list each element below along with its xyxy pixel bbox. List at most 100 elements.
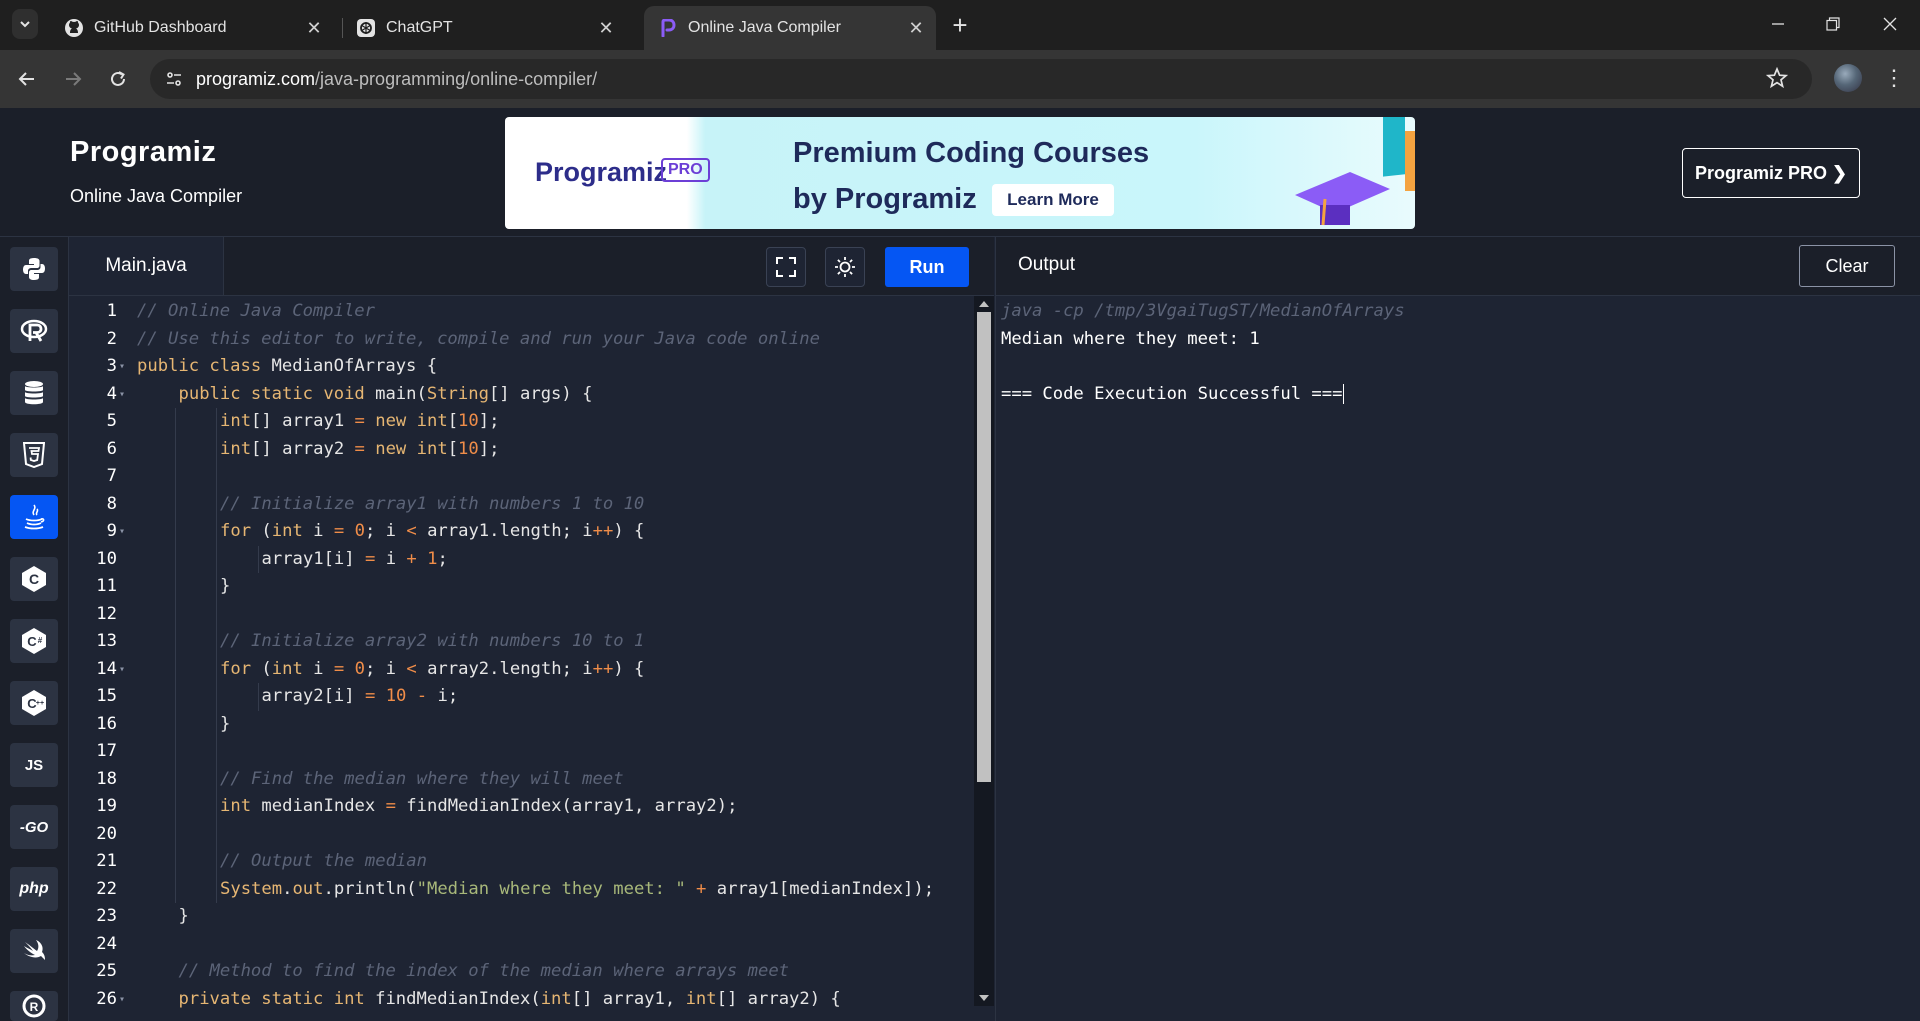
output-console[interactable]: java -cp /tmp/3VgaiTugST/MedianOfArrays M… xyxy=(995,296,1920,1021)
language-python-button[interactable] xyxy=(10,247,58,291)
code-text: } xyxy=(220,713,231,734)
code-line[interactable]: 5 int[] array1 = new int[10]; xyxy=(69,408,974,436)
code-line[interactable]: 26 ▾ private static int findMedianIndex(in… xyxy=(69,986,974,1014)
svg-text:++: ++ xyxy=(36,700,44,707)
close-window-button[interactable] xyxy=(1870,8,1910,40)
banner-headline: Premium Coding Courses xyxy=(793,137,1150,169)
code-line[interactable]: 18 // Find the median where they will mee… xyxy=(69,765,974,793)
restore-button[interactable] xyxy=(1813,8,1853,40)
browser-menu-icon[interactable]: ⋮ xyxy=(1883,62,1905,94)
line-number: 10 xyxy=(96,548,117,569)
language-javascript-button[interactable]: JS xyxy=(10,743,58,787)
theme-toggle-button[interactable] xyxy=(825,247,865,287)
tab-search-button[interactable] xyxy=(12,9,38,39)
promo-banner[interactable]: Programiz PRO Premium Coding Courses by … xyxy=(505,117,1415,229)
code-line[interactable]: 10 array1[i] = i + 1; xyxy=(69,545,974,573)
run-button[interactable]: Run xyxy=(885,247,969,287)
language-cpp-button[interactable]: C ++ xyxy=(10,681,58,725)
editor-scrollbar[interactable] xyxy=(974,296,994,1006)
language-rust-button[interactable]: R xyxy=(10,991,58,1021)
code-text: array1[i] = i + 1; xyxy=(261,548,448,569)
site-info-icon[interactable] xyxy=(160,65,188,93)
programiz-pro-button[interactable]: Programiz PRO ❯ xyxy=(1682,148,1860,198)
code-line[interactable]: 7 xyxy=(69,463,974,491)
fold-arrow-icon[interactable]: ▾ xyxy=(119,381,125,409)
code-line[interactable]: 16} xyxy=(69,710,974,738)
code-line[interactable]: 14 ▾ for (int i = 0; i < array2.length; i+… xyxy=(69,655,974,684)
banner-subheadline: by Programiz xyxy=(793,183,977,215)
language-java-button[interactable] xyxy=(10,495,58,539)
code-line[interactable]: 2 // Use this editor to write, compile an… xyxy=(69,326,974,354)
code-line[interactable]: 19 int medianIndex = findMedianIndex(arra… xyxy=(69,793,974,821)
minimize-button[interactable] xyxy=(1758,8,1798,40)
language-c-button[interactable]: C xyxy=(10,557,58,601)
code-line[interactable]: 24 xyxy=(69,931,974,959)
code-line[interactable]: 20 xyxy=(69,820,974,848)
url-path: /java-programming/online-compiler/ xyxy=(315,69,598,89)
code-line[interactable]: 1 // Online Java Compiler xyxy=(69,298,974,326)
language-r-button[interactable] xyxy=(10,309,58,353)
scroll-down-arrow-icon[interactable] xyxy=(979,995,989,1001)
indent-guide xyxy=(174,765,176,793)
line-number: 2 xyxy=(106,328,117,349)
fold-arrow-icon[interactable]: ▾ xyxy=(119,518,125,546)
code-line[interactable]: 12 xyxy=(69,600,974,628)
code-text: private static int findMedianIndex(int[]… xyxy=(178,988,841,1009)
close-tab-icon[interactable]: ✕ xyxy=(906,18,926,38)
language-html-button[interactable] xyxy=(10,433,58,477)
code-line[interactable]: 25 // Method to find the index of the med… xyxy=(69,958,974,986)
code-line[interactable]: 17 xyxy=(69,738,974,766)
forward-button[interactable] xyxy=(58,64,88,94)
code-editor[interactable]: 1 // Online Java Compiler 2 // Use this edi… xyxy=(69,296,974,1021)
code-line[interactable]: 13 // Initialize array2 with numbers 10 t… xyxy=(69,628,974,656)
code-text: // Use this editor to write, compile and… xyxy=(137,328,820,349)
file-tab-main-java[interactable]: Main.java xyxy=(69,237,224,295)
bookmark-star-icon[interactable] xyxy=(1765,66,1790,91)
indent-guide xyxy=(216,820,217,848)
tab-github-dashboard[interactable]: GitHub Dashboard ✕ xyxy=(50,6,334,50)
close-tab-icon[interactable]: ✕ xyxy=(596,18,616,38)
clear-button[interactable]: Clear xyxy=(1799,245,1895,287)
back-button[interactable] xyxy=(12,64,42,94)
line-number: 18 xyxy=(96,768,117,789)
line-number: 16 xyxy=(96,713,117,734)
code-line[interactable]: 21 // Output the median xyxy=(69,848,974,876)
indent-guide xyxy=(257,683,259,711)
fullscreen-button[interactable] xyxy=(766,247,806,287)
scroll-up-arrow-icon[interactable] xyxy=(979,301,989,307)
line-number: 17 xyxy=(96,741,117,761)
tab-chatgpt[interactable]: ChatGPT ✕ xyxy=(342,6,626,50)
line-number: 23 xyxy=(96,906,117,926)
code-line[interactable]: 6 int[] array2 = new int[10]; xyxy=(69,435,974,463)
line-number: 20 xyxy=(96,823,117,844)
code-line[interactable]: 8 // Initialize array1 with numbers 1 to … xyxy=(69,490,974,518)
line-number: 8 xyxy=(106,493,117,514)
language-go-button[interactable]: -GO xyxy=(10,805,58,849)
code-line[interactable]: 23} xyxy=(69,903,974,931)
tab-online-java-compiler[interactable]: Online Java Compiler ✕ xyxy=(644,6,936,50)
fold-arrow-icon[interactable]: ▾ xyxy=(119,986,125,1014)
language-swift-button[interactable] xyxy=(10,929,58,973)
learn-more-button[interactable]: Learn More xyxy=(992,184,1114,216)
scrollbar-thumb[interactable] xyxy=(977,312,991,782)
address-bar[interactable]: programiz.com/java-programming/online-co… xyxy=(150,59,1812,99)
indent-guide xyxy=(174,600,176,628)
reload-button[interactable] xyxy=(103,64,133,94)
profile-avatar[interactable] xyxy=(1834,64,1862,92)
programiz-logo[interactable]: Programiz xyxy=(70,136,216,169)
code-line[interactable]: 22 System.out.println("Median where they … xyxy=(69,875,974,903)
code-line[interactable]: 4 ▾ public static void main(String[] args)… xyxy=(69,381,974,409)
code-line[interactable]: 3 ▾ public class MedianOfArrays { xyxy=(69,353,974,381)
language-sql-button[interactable] xyxy=(10,371,58,415)
close-tab-icon[interactable]: ✕ xyxy=(304,18,324,38)
code-line[interactable]: 15 array2[i] = 10 - i; xyxy=(69,683,974,711)
fold-arrow-icon[interactable]: ▾ xyxy=(119,353,125,381)
language-csharp-button[interactable]: C # xyxy=(10,619,58,663)
language-php-button[interactable]: php xyxy=(10,867,58,911)
new-tab-button[interactable]: + xyxy=(944,10,976,40)
minimize-icon xyxy=(1772,23,1784,25)
code-line[interactable]: 9 ▾ for (int i = 0; i < array1.length; i++… xyxy=(69,518,974,546)
indent-guide xyxy=(174,518,176,546)
code-line[interactable]: 11} xyxy=(69,573,974,601)
fold-arrow-icon[interactable]: ▾ xyxy=(119,656,125,684)
